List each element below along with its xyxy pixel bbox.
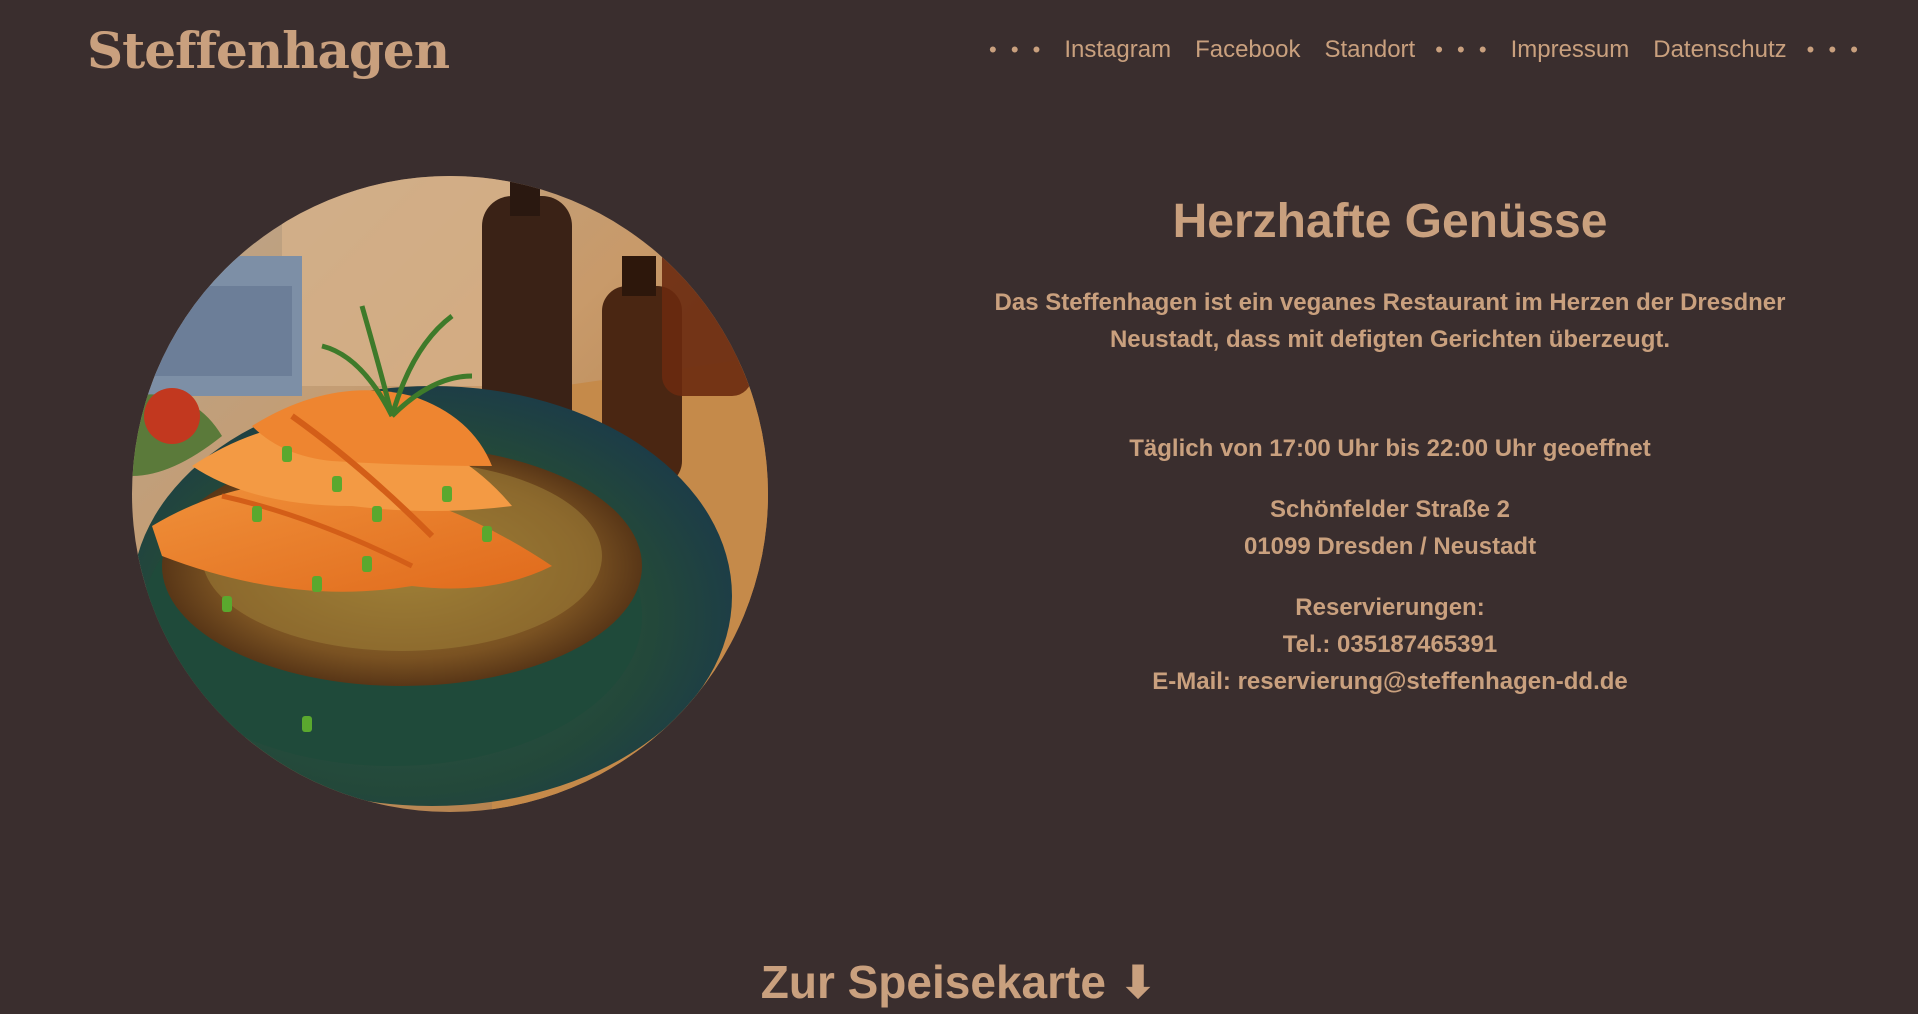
nav-link-impressum[interactable]: Impressum <box>1499 28 1642 72</box>
menu-link-button[interactable]: Zur Speisekarte ⬇ <box>0 950 1918 1014</box>
nav-separator: • • • <box>989 37 1045 62</box>
food-illustration <box>132 176 768 812</box>
reservation-phone[interactable]: Tel.: 035187465391 <box>930 626 1850 663</box>
main-content: Herzhafte Genüsse Das Steffenhagen ist e… <box>930 190 1850 700</box>
reservation-email[interactable]: E-Mail: reservierung@steffenhagen-dd.de <box>930 663 1850 700</box>
nav-link-standort[interactable]: Standort <box>1312 28 1427 72</box>
reservation-block: Reservierungen: Tel.: 035187465391 E-Mai… <box>930 589 1850 700</box>
hero-food-image <box>132 176 768 812</box>
intro-line: Neustadt, dass mit defigten Gerichten üb… <box>1109 326 1671 353</box>
nav-separator: • • • <box>1806 37 1862 62</box>
address-street: Schönfelder Straße 2 <box>1269 496 1511 523</box>
site-logo[interactable]: Steffenhagen <box>87 18 450 84</box>
address-block: Schönfelder Straße 2 01099 Dresden / Neu… <box>930 491 1850 565</box>
page-headline: Herzhafte Genüsse <box>1172 195 1608 248</box>
address-city: 01099 Dresden / Neustadt <box>1243 533 1537 560</box>
nav-link-facebook[interactable]: Facebook <box>1183 28 1312 72</box>
site-header: Steffenhagen • • • Instagram Facebook St… <box>0 0 1918 100</box>
reservation-title: Reservierungen: <box>1295 594 1485 621</box>
main-nav: • • • Instagram Facebook Standort • • • … <box>981 28 1870 72</box>
nav-separator: • • • <box>1435 37 1491 62</box>
nav-link-datenschutz[interactable]: Datenschutz <box>1641 28 1798 72</box>
intro-text: Das Steffenhagen ist ein veganes Restaur… <box>990 284 1790 358</box>
opening-hours: Täglich von 17:00 Uhr bis 22:00 Uhr geoe… <box>1129 435 1651 462</box>
intro-line: Das Steffenhagen ist ein veganes Restaur… <box>994 289 1786 316</box>
nav-link-instagram[interactable]: Instagram <box>1052 28 1183 72</box>
